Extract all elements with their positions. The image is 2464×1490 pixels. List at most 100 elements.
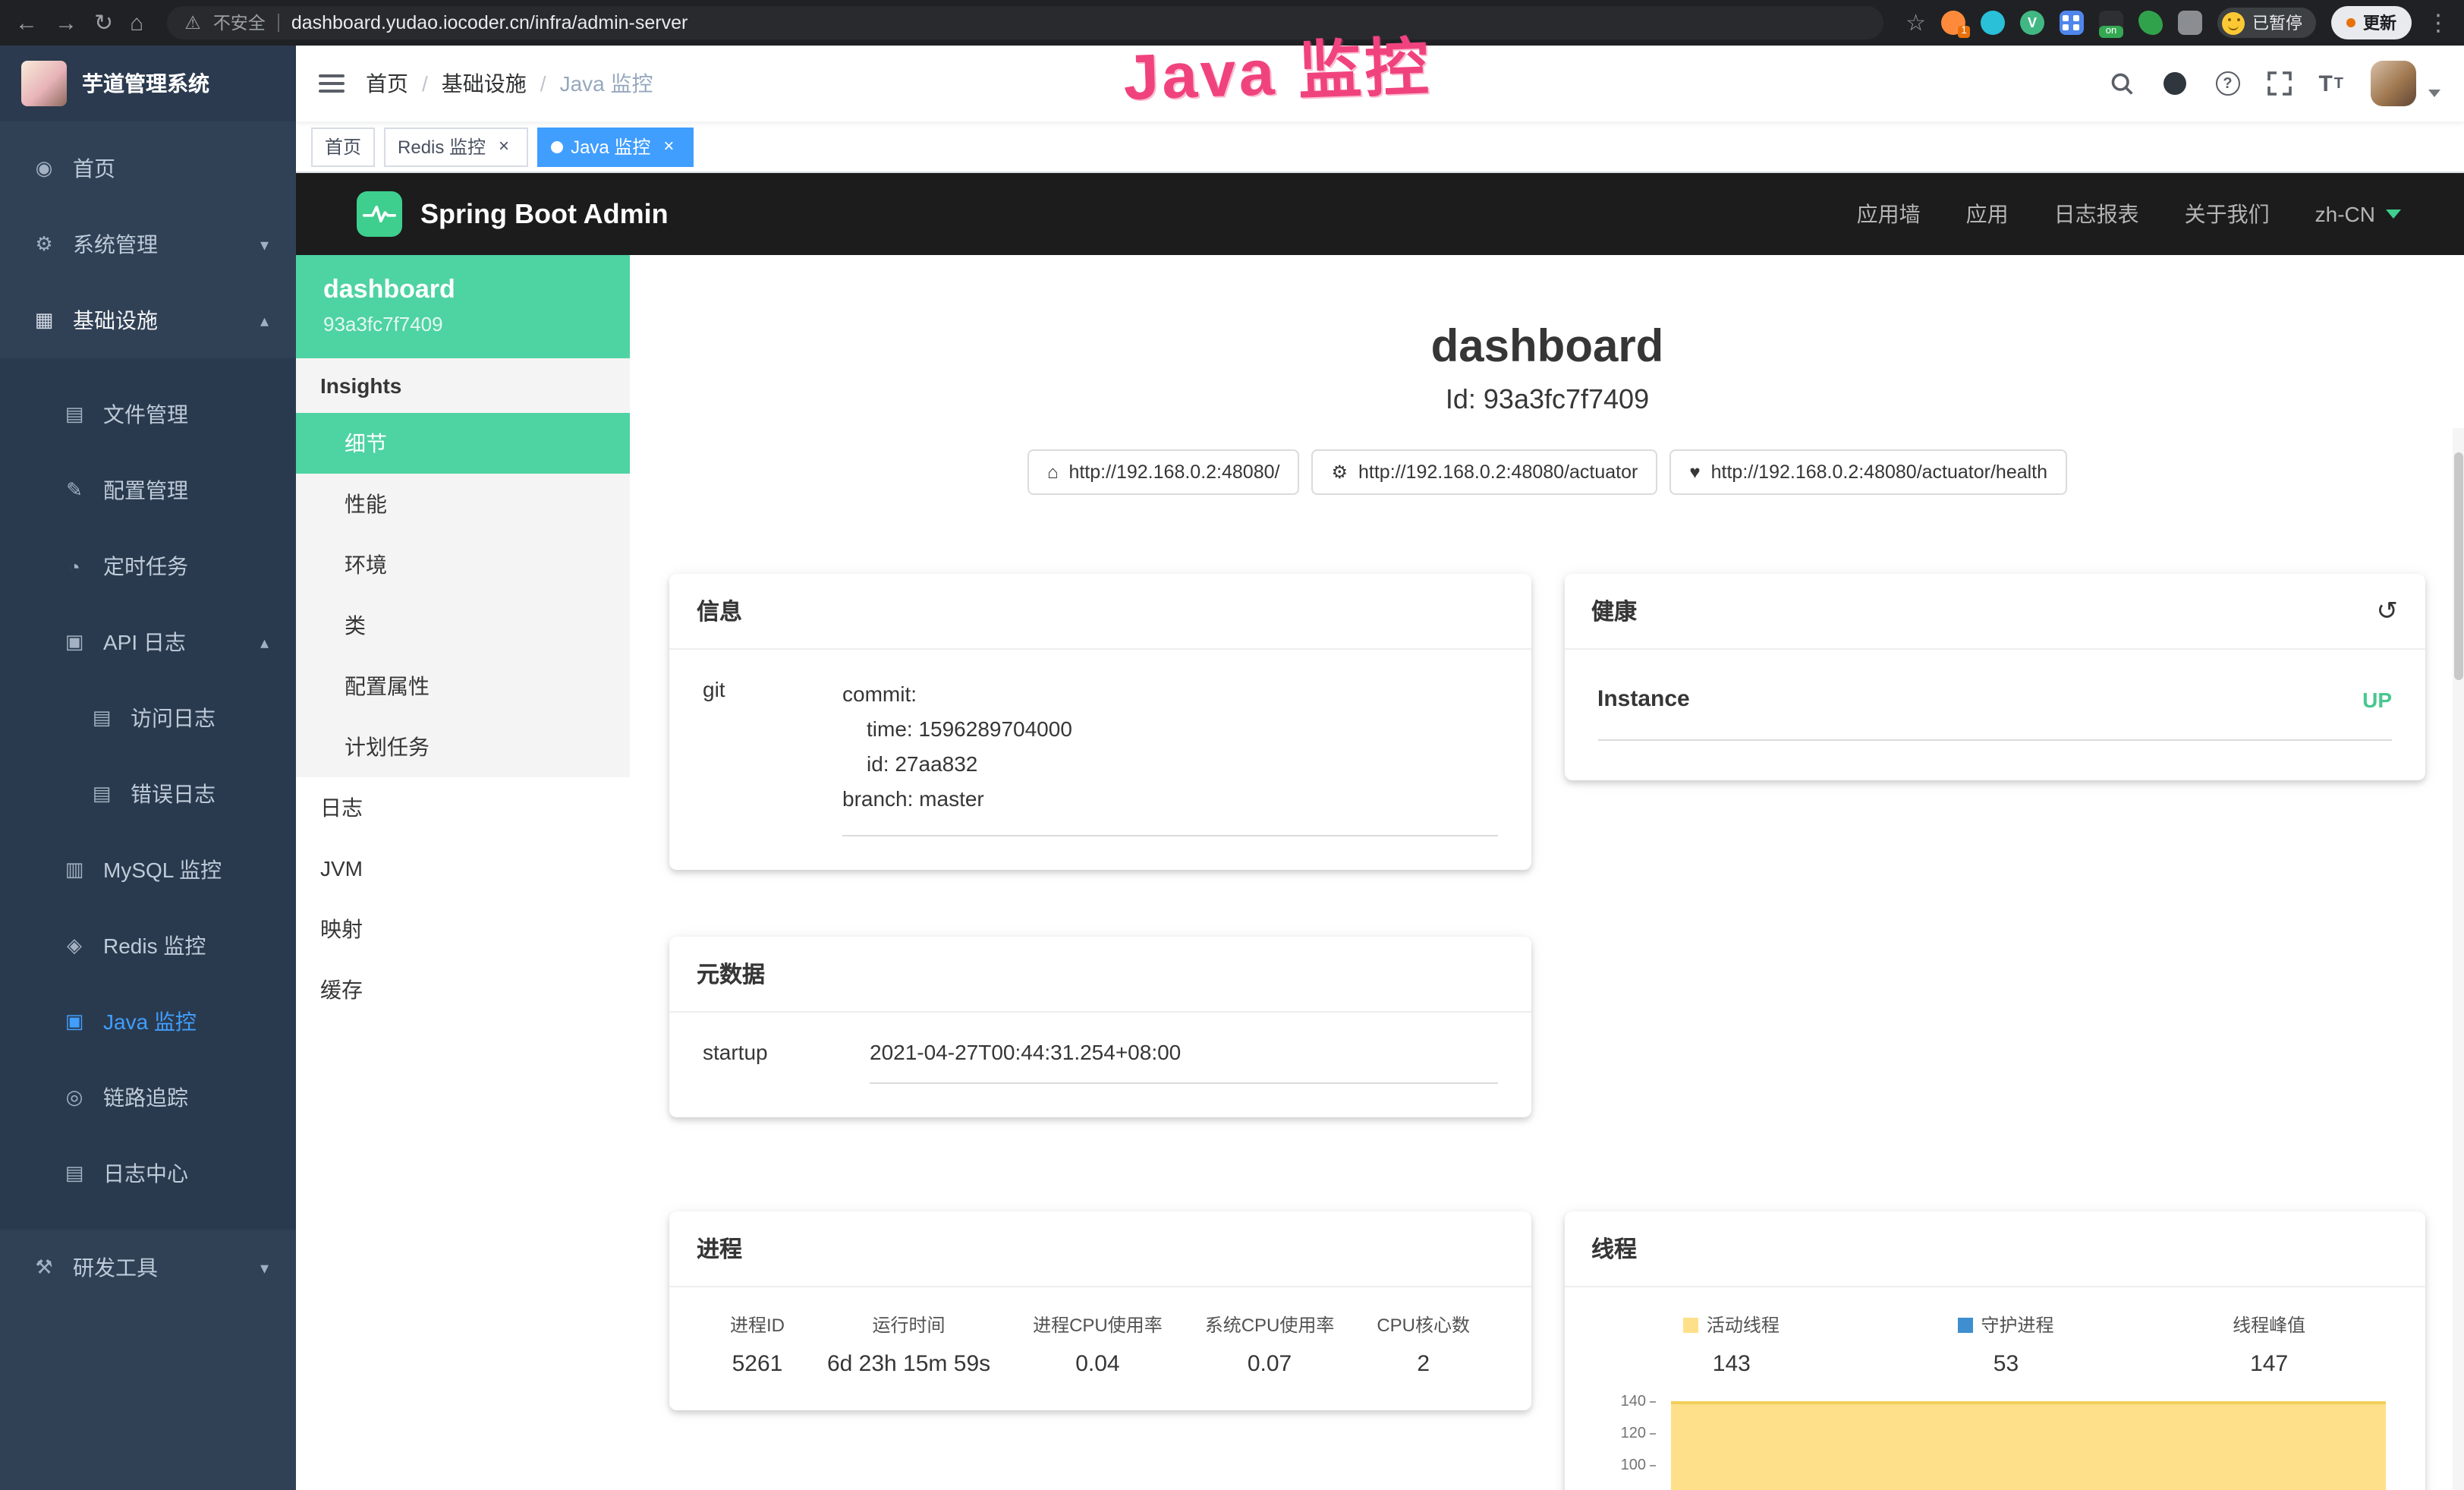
sba-frame: Spring Boot Admin 应用墙 应用 日志报表 关于我们 zh-CN xyxy=(296,173,2464,1490)
close-icon[interactable]: × xyxy=(658,136,679,157)
github-icon[interactable] xyxy=(2160,70,2188,97)
hamburger-icon[interactable] xyxy=(319,70,345,97)
extension-icon-drop[interactable] xyxy=(1981,11,2005,35)
legend-live-threads: 活动线程 143 xyxy=(1684,1312,1780,1378)
tab-home[interactable]: 首页 xyxy=(311,127,375,166)
font-size-icon[interactable]: TT xyxy=(2318,71,2343,96)
git-branch-line: branch: master xyxy=(842,783,1497,817)
search-icon[interactable] xyxy=(2109,71,2133,96)
trace-icon: ◎ xyxy=(61,1085,88,1110)
nav-applications[interactable]: 应用 xyxy=(1966,199,2009,229)
nav-about[interactable]: 关于我们 xyxy=(2185,199,2270,229)
extension-icon-leaf[interactable] xyxy=(2138,11,2163,35)
app-logo[interactable]: 芋道管理系统 xyxy=(0,46,296,121)
extensions-menu-icon[interactable] xyxy=(2178,11,2202,35)
api-log-icon: ▣ xyxy=(61,630,88,654)
history-icon[interactable]: ↺ xyxy=(2377,598,2399,624)
reload-icon[interactable]: ↻ xyxy=(94,11,113,34)
sidebar-item-label: Redis 监控 xyxy=(103,931,206,961)
git-id-line: id: 27aa832 xyxy=(867,747,1497,782)
sidebar-item-trace[interactable]: ◎ 链路追踪 xyxy=(0,1060,296,1136)
metadata-card-title: 元数据 xyxy=(697,959,765,991)
instance-header[interactable]: dashboard 93a3fc7f7409 xyxy=(296,255,630,358)
process-card-body: 进程ID 5261 运行时间 6d 23h 15m 59s 进程CPU使用率 xyxy=(669,1288,1531,1411)
bookmark-star-icon[interactable]: ☆ xyxy=(1905,11,1926,34)
forward-icon[interactable]: → xyxy=(55,11,77,34)
sba-content: dashboard Id: 93a3fc7f7409 ⌂ http://192.… xyxy=(630,255,2464,1490)
tab-redis-monitor[interactable]: Redis 监控 × xyxy=(384,127,528,166)
sidebar-item-label: 访问日志 xyxy=(131,703,216,733)
tab-java-monitor[interactable]: Java 监控 × xyxy=(537,127,693,166)
sidebar-item-config[interactable]: ✎ 配置管理 xyxy=(0,452,296,528)
url-text[interactable]: dashboard.yudao.iocoder.cn/infra/admin-s… xyxy=(291,12,688,33)
sba-item-caches[interactable]: 缓存 xyxy=(296,959,630,1020)
breadcrumb-infra[interactable]: 基础设施 xyxy=(442,68,527,99)
sidebar-item-infra[interactable]: ▦ 基础设施 ▴ xyxy=(0,282,296,358)
help-icon[interactable]: ? xyxy=(2215,71,2239,96)
page-subtitle: Id: 93a3fc7f7409 xyxy=(669,384,2425,416)
close-icon[interactable]: × xyxy=(493,136,515,157)
chevron-down-icon[interactable] xyxy=(2428,90,2440,97)
metadata-card: 元数据 startup 2021-04-27T00:44:31.254+08:0… xyxy=(669,937,1531,1118)
breadcrumb-home[interactable]: 首页 xyxy=(366,68,408,99)
sidebar-item-error-logs[interactable]: ▤ 错误日志 xyxy=(0,756,296,832)
fullscreen-icon[interactable] xyxy=(2267,71,2291,96)
cards-row-2: 元数据 startup 2021-04-27T00:44:31.254+08:0… xyxy=(669,937,2425,1118)
actuator-url-link[interactable]: ⚙ http://192.168.0.2:48080/actuator xyxy=(1311,449,1657,495)
sidebar-item-system[interactable]: ⚙ 系统管理 ▾ xyxy=(0,206,296,282)
nav-wallboard[interactable]: 应用墙 xyxy=(1857,199,1921,229)
sidebar-item-api-logs[interactable]: ▣ API 日志 ▴ xyxy=(0,604,296,680)
sidebar-item-label: 首页 xyxy=(73,153,115,184)
back-icon[interactable]: ← xyxy=(15,11,38,34)
health-url-link[interactable]: ♥ http://192.168.0.2:48080/actuator/heal… xyxy=(1669,449,2067,495)
extension-icon-fox[interactable]: 1 xyxy=(1941,11,1965,35)
metadata-card-header: 元数据 xyxy=(669,937,1531,1013)
file-icon: ▤ xyxy=(61,402,88,427)
tab-label: Java 监控 xyxy=(571,134,650,159)
sba-sidebar: dashboard 93a3fc7f7409 Insights 细节 性能 环境… xyxy=(296,255,630,1490)
address-bar[interactable]: ⚠ 不安全 dashboard.yudao.iocoder.cn/infra/a… xyxy=(166,6,1883,39)
switch-on-badge: on xyxy=(2099,26,2123,38)
sba-item-configprops[interactable]: 配置属性 xyxy=(296,656,630,717)
sba-item-mappings[interactable]: 映射 xyxy=(296,899,630,959)
sidebar-item-jobs[interactable]: ◔ 定时任务 xyxy=(0,528,296,604)
sidebar-item-home[interactable]: ◉ 首页 xyxy=(0,131,296,206)
sidebar-item-java[interactable]: ▣ Java 监控 xyxy=(0,984,296,1060)
extension-icon-grid[interactable] xyxy=(2060,11,2084,35)
sidebar-item-redis[interactable]: ◈ Redis 监控 xyxy=(0,908,296,984)
service-url-link[interactable]: ⌂ http://192.168.0.2:48080/ xyxy=(1027,449,1300,495)
extension-icon-vue[interactable]: V xyxy=(2020,11,2044,35)
extension-icon-switch[interactable]: on xyxy=(2099,11,2123,35)
sba-item-metrics[interactable]: 性能 xyxy=(296,474,630,534)
security-label[interactable]: 不安全 xyxy=(213,11,266,35)
sidebar-item-access-logs[interactable]: ▤ 访问日志 xyxy=(0,680,296,756)
screen: ← → ↻ ⌂ ⚠ 不安全 dashboard.yudao.iocoder.cn… xyxy=(0,0,2464,1490)
user-avatar[interactable] xyxy=(2371,61,2416,106)
sba-nav-items: 应用墙 应用 日志报表 关于我们 zh-CN xyxy=(1857,199,2401,229)
chevron-down-icon xyxy=(2386,209,2401,219)
daemon-threads-swatch xyxy=(1958,1318,1973,1333)
sidebar-item-devtools[interactable]: ⚒ 研发工具 ▾ xyxy=(0,1230,296,1306)
sba-item-scheduled-tasks[interactable]: 计划任务 xyxy=(296,717,630,777)
sidebar-item-files[interactable]: ▤ 文件管理 xyxy=(0,376,296,452)
sba-brand[interactable]: Spring Boot Admin xyxy=(357,191,669,237)
browser-menu-icon[interactable]: ⋮ xyxy=(2427,11,2450,34)
sba-item-environment[interactable]: 环境 xyxy=(296,534,630,595)
sidebar-item-log-center[interactable]: ▤ 日志中心 xyxy=(0,1136,296,1211)
stat-pid: 进程ID 5261 xyxy=(730,1312,785,1378)
scrollbar-thumb[interactable] xyxy=(2454,452,2463,680)
breadcrumb-current: Java 监控 xyxy=(560,68,653,99)
sba-item-details[interactable]: 细节 xyxy=(296,413,630,474)
sba-item-jvm[interactable]: JVM xyxy=(296,838,630,899)
page-title: dashboard xyxy=(669,322,2425,373)
sba-item-logs[interactable]: 日志 xyxy=(296,777,630,838)
nav-journal[interactable]: 日志报表 xyxy=(2054,199,2139,229)
profile-chip[interactable]: 已暂停 xyxy=(2217,8,2316,38)
scrollbar-track[interactable] xyxy=(2453,428,2464,1490)
home-icon[interactable]: ⌂ xyxy=(130,11,143,34)
sidebar-item-mysql[interactable]: ▥ MySQL 监控 xyxy=(0,832,296,908)
sba-item-classes[interactable]: 类 xyxy=(296,595,630,656)
insights-label: Insights xyxy=(296,358,630,413)
locale-select[interactable]: zh-CN xyxy=(2315,202,2401,226)
chrome-update-button[interactable]: 更新 xyxy=(2331,6,2412,39)
